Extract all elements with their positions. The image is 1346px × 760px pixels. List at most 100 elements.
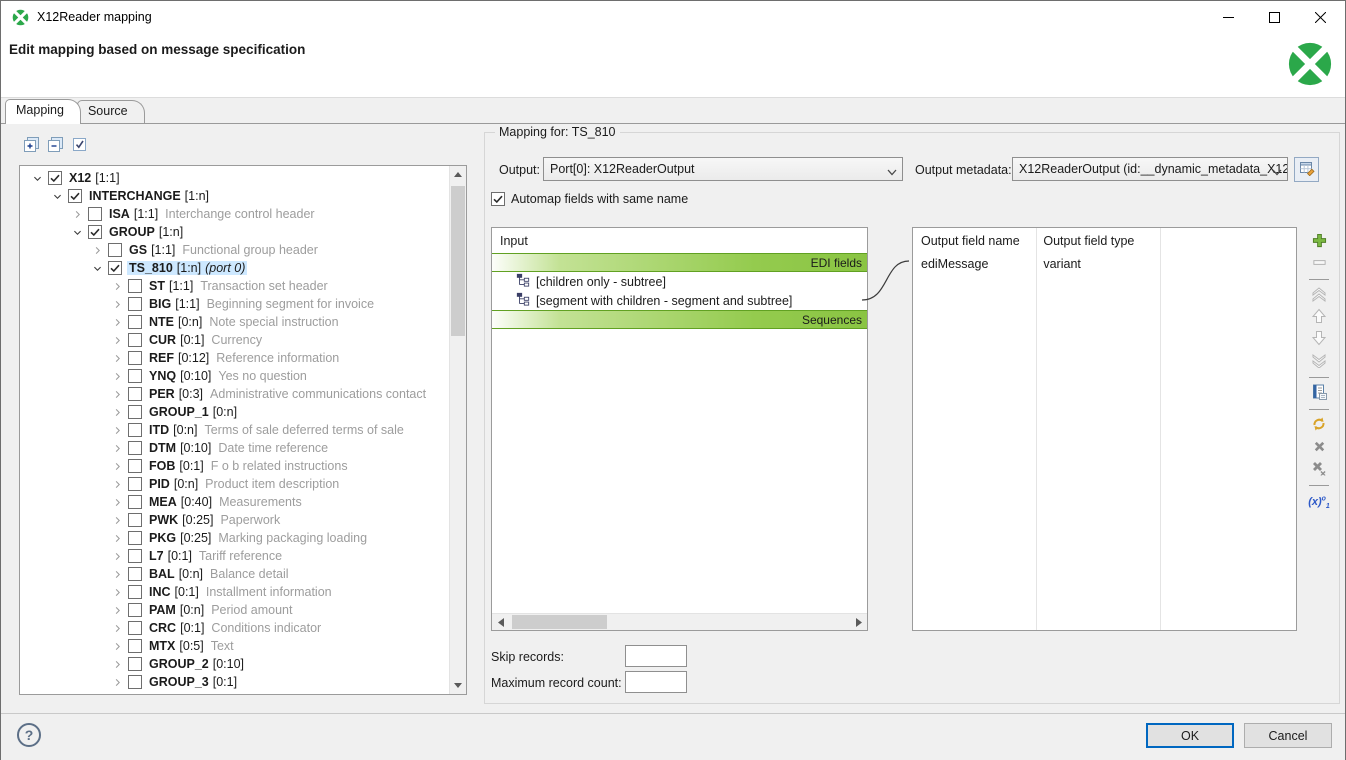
- scrollbar-thumb[interactable]: [451, 186, 465, 336]
- tree-checkbox[interactable]: [68, 189, 82, 203]
- edit-metadata-button[interactable]: [1294, 157, 1319, 182]
- rename-pattern-button[interactable]: (x)o1: [1310, 493, 1328, 510]
- chevron-right-icon[interactable]: [110, 369, 125, 384]
- tree-checkbox[interactable]: [128, 657, 142, 671]
- tree-checkbox[interactable]: [128, 387, 142, 401]
- tree-item-isa[interactable]: ISA[1:1]Interchange control header: [20, 205, 449, 223]
- automap-button[interactable]: [1310, 417, 1328, 434]
- tree-checkbox[interactable]: [128, 279, 142, 293]
- chevron-right-icon[interactable]: [110, 567, 125, 582]
- cancel-button[interactable]: Cancel: [1244, 723, 1332, 748]
- chevron-right-icon[interactable]: [110, 459, 125, 474]
- chevron-right-icon[interactable]: [110, 423, 125, 438]
- tree-checkbox[interactable]: [128, 585, 142, 599]
- tree-item-fob[interactable]: FOB[0:1]F o b related instructions: [20, 457, 449, 475]
- output-select[interactable]: Port[0]: X12ReaderOutput: [543, 157, 903, 181]
- tree-checkbox[interactable]: [128, 423, 142, 437]
- skip-records-input[interactable]: [625, 645, 687, 667]
- edit-record-button[interactable]: [1310, 385, 1328, 402]
- ok-button[interactable]: OK: [1146, 723, 1234, 748]
- tree-item-pid[interactable]: PID[0:n]Product item description: [20, 475, 449, 493]
- tree-vertical-scrollbar[interactable]: [449, 166, 466, 694]
- chevron-right-icon[interactable]: [110, 621, 125, 636]
- chevron-down-icon[interactable]: [50, 189, 65, 204]
- tree-item-itd[interactable]: ITD[0:n]Terms of sale deferred terms of …: [20, 421, 449, 439]
- tab-mapping[interactable]: Mapping: [5, 99, 81, 124]
- help-icon[interactable]: ?: [17, 723, 41, 747]
- chevron-right-icon[interactable]: [110, 405, 125, 420]
- tree-checkbox[interactable]: [88, 207, 102, 221]
- tree-checkbox[interactable]: [88, 225, 102, 239]
- tree-item-pwk[interactable]: PWK[0:25]Paperwork: [20, 511, 449, 529]
- tree-checkbox[interactable]: [48, 171, 62, 185]
- tree-item-pkg[interactable]: PKG[0:25]Marking packaging loading: [20, 529, 449, 547]
- tree-item-inc[interactable]: INC[0:1]Installment information: [20, 583, 449, 601]
- chevron-right-icon[interactable]: [110, 549, 125, 564]
- tree-item-bal[interactable]: BAL[0:n]Balance detail: [20, 565, 449, 583]
- tree-checkbox[interactable]: [128, 477, 142, 491]
- tree-checkbox[interactable]: [128, 297, 142, 311]
- chevron-right-icon[interactable]: [110, 495, 125, 510]
- scroll-down-icon[interactable]: [450, 677, 466, 694]
- tree-checkbox[interactable]: [128, 441, 142, 455]
- tree-item-ts_810[interactable]: TS_810[1:n](port 0): [20, 259, 449, 277]
- chevron-right-icon[interactable]: [110, 315, 125, 330]
- tree-item-gs[interactable]: GS[1:1]Functional group header: [20, 241, 449, 259]
- tree-item-pam[interactable]: PAM[0:n]Period amount: [20, 601, 449, 619]
- automap-checkbox[interactable]: Automap fields with same name: [491, 192, 688, 206]
- tree-item-mea[interactable]: MEA[0:40]Measurements: [20, 493, 449, 511]
- expand-all-button[interactable]: [23, 137, 40, 154]
- tree-item-group_3[interactable]: GROUP_3[0:1]: [20, 673, 449, 691]
- tree-item-group[interactable]: GROUP[1:n]: [20, 223, 449, 241]
- scroll-right-icon[interactable]: [850, 614, 867, 630]
- maximize-button[interactable]: [1251, 1, 1297, 33]
- chevron-right-icon[interactable]: [110, 639, 125, 654]
- tree-item-crc[interactable]: CRC[0:1]Conditions indicator: [20, 619, 449, 637]
- move-up-button[interactable]: [1310, 309, 1328, 326]
- column-header[interactable]: Output field name: [913, 234, 1035, 248]
- tree-item-l7[interactable]: L7[0:1]Tariff reference: [20, 547, 449, 565]
- scrollbar-thumb[interactable]: [512, 615, 607, 629]
- column-header[interactable]: Output field type: [1035, 234, 1158, 248]
- cancel-all-mappings-button[interactable]: [1310, 461, 1328, 478]
- table-row[interactable]: ediMessagevariant: [913, 254, 1296, 273]
- chevron-right-icon[interactable]: [110, 513, 125, 528]
- tree-checkbox[interactable]: [128, 531, 142, 545]
- chevron-right-icon[interactable]: [110, 387, 125, 402]
- remove-field-button[interactable]: [1310, 255, 1328, 272]
- chevron-right-icon[interactable]: [90, 243, 105, 258]
- chevron-right-icon[interactable]: [110, 585, 125, 600]
- move-down-button[interactable]: [1310, 331, 1328, 348]
- input-field-item[interactable]: [segment with children - segment and sub…: [492, 291, 867, 310]
- move-top-button[interactable]: [1310, 287, 1328, 304]
- output-metadata-select[interactable]: X12ReaderOutput (id:__dynamic_metadata_X…: [1012, 157, 1288, 181]
- tree-item-mtx[interactable]: MTX[0:5]Text: [20, 637, 449, 655]
- tree-checkbox[interactable]: [128, 459, 142, 473]
- tree-item-ynq[interactable]: YNQ[0:10]Yes no question: [20, 367, 449, 385]
- chevron-right-icon[interactable]: [110, 297, 125, 312]
- tree-checkbox[interactable]: [128, 369, 142, 383]
- chevron-right-icon[interactable]: [110, 351, 125, 366]
- tree-item-group_2[interactable]: GROUP_2[0:10]: [20, 655, 449, 673]
- tree-item-big[interactable]: BIG[1:1]Beginning segment for invoice: [20, 295, 449, 313]
- tree-item-per[interactable]: PER[0:3]Administrative communications co…: [20, 385, 449, 403]
- chevron-right-icon[interactable]: [110, 531, 125, 546]
- output-fields-table[interactable]: Output field nameOutput field type ediMe…: [912, 227, 1297, 631]
- tree-checkbox[interactable]: [108, 261, 122, 275]
- tree-checkbox[interactable]: [128, 333, 142, 347]
- chevron-down-icon[interactable]: [30, 171, 45, 186]
- chevron-down-icon[interactable]: [90, 261, 105, 276]
- chevron-down-icon[interactable]: [70, 225, 85, 240]
- max-record-count-input[interactable]: [625, 671, 687, 693]
- chevron-right-icon[interactable]: [110, 657, 125, 672]
- chevron-right-icon[interactable]: [110, 333, 125, 348]
- tree-checkbox[interactable]: [128, 549, 142, 563]
- tree-checkbox[interactable]: [128, 315, 142, 329]
- scroll-left-icon[interactable]: [492, 614, 509, 630]
- tree-item-nte[interactable]: NTE[0:n]Note special instruction: [20, 313, 449, 331]
- tree-checkbox[interactable]: [128, 405, 142, 419]
- tree-checkbox[interactable]: [128, 621, 142, 635]
- add-field-button[interactable]: [1310, 233, 1328, 250]
- tree-item-ref[interactable]: REF[0:12]Reference information: [20, 349, 449, 367]
- chevron-right-icon[interactable]: [110, 279, 125, 294]
